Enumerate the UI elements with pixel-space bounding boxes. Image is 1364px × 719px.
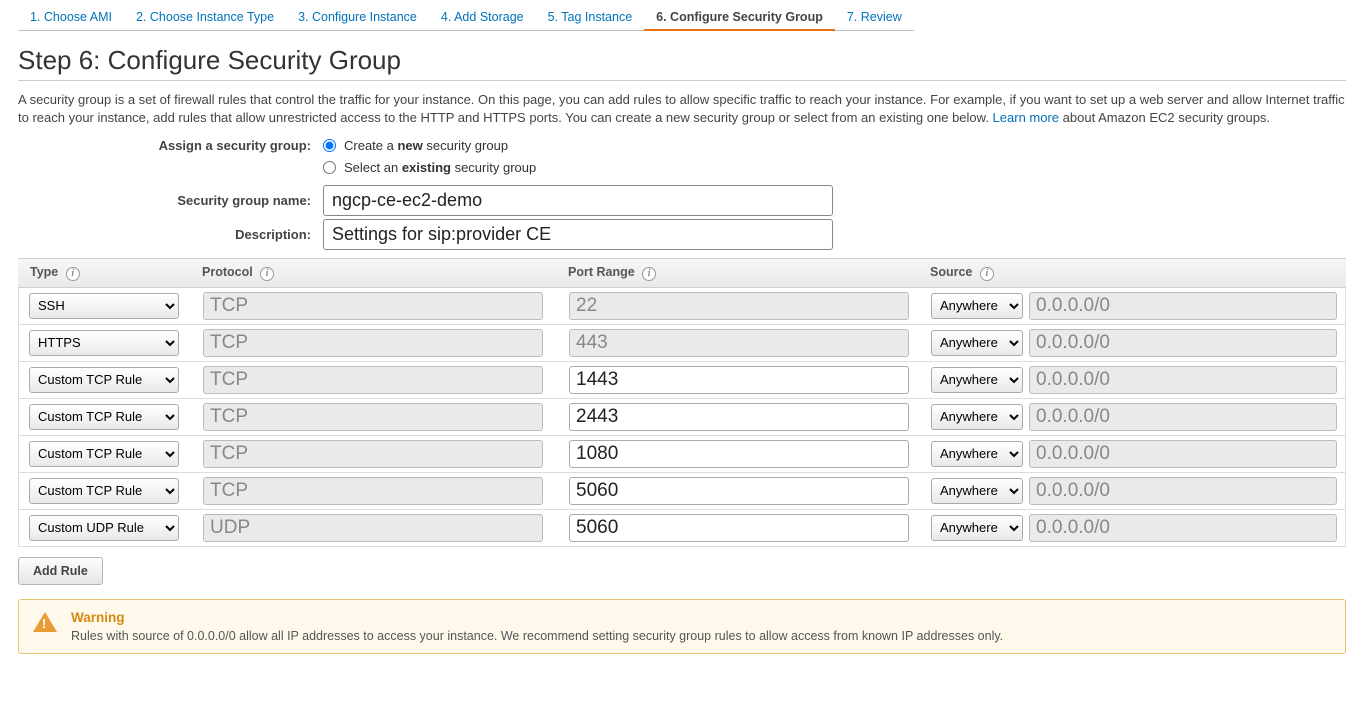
- radio-create-sg-label: Create a new security group: [344, 138, 508, 153]
- rule-source-select[interactable]: Anywhere: [931, 515, 1023, 541]
- rule-port-input[interactable]: [569, 403, 909, 431]
- rule-type-select[interactable]: HTTPS: [29, 330, 179, 356]
- col-port-header: Port Range: [568, 265, 635, 279]
- step-title: Step 6: Configure Security Group: [18, 45, 1346, 76]
- wizard-tab-1[interactable]: 1. Choose AMI: [18, 6, 124, 31]
- step-description: A security group is a set of firewall ru…: [18, 80, 1346, 126]
- warning-title: Warning: [71, 610, 1003, 625]
- rule-row: Custom UDP Rule Anywhere: [18, 510, 1346, 547]
- rule-source-ip-input: [1029, 403, 1337, 431]
- rule-row: Custom TCP Rule Anywhere: [18, 473, 1346, 510]
- rule-row: HTTPS Anywhere: [18, 325, 1346, 362]
- sg-description-input[interactable]: [323, 219, 833, 250]
- sg-name-input[interactable]: [323, 185, 833, 216]
- rule-type-select[interactable]: Custom TCP Rule: [29, 441, 179, 467]
- rule-port-input[interactable]: [569, 514, 909, 542]
- rule-source-select[interactable]: Anywhere: [931, 404, 1023, 430]
- rule-source-select[interactable]: Anywhere: [931, 330, 1023, 356]
- rule-row: Custom TCP Rule Anywhere: [18, 399, 1346, 436]
- rule-protocol-input: [203, 329, 543, 357]
- radio-create-sg[interactable]: [323, 139, 336, 152]
- rule-source-ip-input: [1029, 514, 1337, 542]
- sg-description-label: Description:: [18, 227, 323, 242]
- rule-protocol-input: [203, 477, 543, 505]
- rule-type-select[interactable]: SSH: [29, 293, 179, 319]
- col-type-header: Type: [30, 265, 58, 279]
- info-icon[interactable]: i: [260, 267, 274, 281]
- rule-type-select[interactable]: Custom TCP Rule: [29, 367, 179, 393]
- rule-port-input[interactable]: [569, 366, 909, 394]
- rule-source-ip-input: [1029, 329, 1337, 357]
- rule-source-select[interactable]: Anywhere: [931, 293, 1023, 319]
- sg-name-label: Security group name:: [18, 193, 323, 208]
- info-icon[interactable]: i: [642, 267, 656, 281]
- radio-existing-sg-label: Select an existing security group: [344, 160, 536, 175]
- info-icon[interactable]: i: [66, 267, 80, 281]
- warning-text: Rules with source of 0.0.0.0/0 allow all…: [71, 629, 1003, 643]
- rule-source-select[interactable]: Anywhere: [931, 441, 1023, 467]
- col-source-header: Source: [930, 265, 972, 279]
- radio-existing-sg[interactable]: [323, 161, 336, 174]
- rule-port-input[interactable]: [569, 440, 909, 468]
- rule-source-ip-input: [1029, 366, 1337, 394]
- wizard-tab-7[interactable]: 7. Review: [835, 6, 914, 31]
- rule-source-select[interactable]: Anywhere: [931, 367, 1023, 393]
- rule-row: Custom TCP Rule Anywhere: [18, 362, 1346, 399]
- wizard-tab-3[interactable]: 3. Configure Instance: [286, 6, 429, 31]
- wizard-tab-6[interactable]: 6. Configure Security Group: [644, 6, 835, 31]
- learn-more-link[interactable]: Learn more: [993, 110, 1059, 125]
- warning-box: Warning Rules with source of 0.0.0.0/0 a…: [18, 599, 1346, 654]
- rule-type-select[interactable]: Custom UDP Rule: [29, 515, 179, 541]
- rule-row: Custom TCP Rule Anywhere: [18, 436, 1346, 473]
- rule-protocol-input: [203, 403, 543, 431]
- rule-protocol-input: [203, 514, 543, 542]
- rule-source-ip-input: [1029, 477, 1337, 505]
- col-protocol-header: Protocol: [202, 265, 253, 279]
- wizard-tab-5[interactable]: 5. Tag Instance: [536, 6, 645, 31]
- rule-port-input: [569, 292, 909, 320]
- warning-icon: [33, 612, 57, 632]
- rule-source-ip-input: [1029, 440, 1337, 468]
- rule-source-select[interactable]: Anywhere: [931, 478, 1023, 504]
- rule-protocol-input: [203, 440, 543, 468]
- rule-row: SSH Anywhere: [18, 288, 1346, 325]
- rule-type-select[interactable]: Custom TCP Rule: [29, 478, 179, 504]
- wizard-tabs: 1. Choose AMI2. Choose Instance Type3. C…: [18, 0, 1346, 31]
- rules-table: Type i Protocol i Port Range i Source i …: [18, 258, 1346, 547]
- wizard-tab-4[interactable]: 4. Add Storage: [429, 6, 536, 31]
- rule-port-input: [569, 329, 909, 357]
- rule-protocol-input: [203, 292, 543, 320]
- info-icon[interactable]: i: [980, 267, 994, 281]
- rule-port-input[interactable]: [569, 477, 909, 505]
- wizard-tab-2[interactable]: 2. Choose Instance Type: [124, 6, 286, 31]
- rule-type-select[interactable]: Custom TCP Rule: [29, 404, 179, 430]
- rule-source-ip-input: [1029, 292, 1337, 320]
- rule-protocol-input: [203, 366, 543, 394]
- assign-sg-label: Assign a security group:: [18, 138, 323, 153]
- add-rule-button[interactable]: Add Rule: [18, 557, 103, 585]
